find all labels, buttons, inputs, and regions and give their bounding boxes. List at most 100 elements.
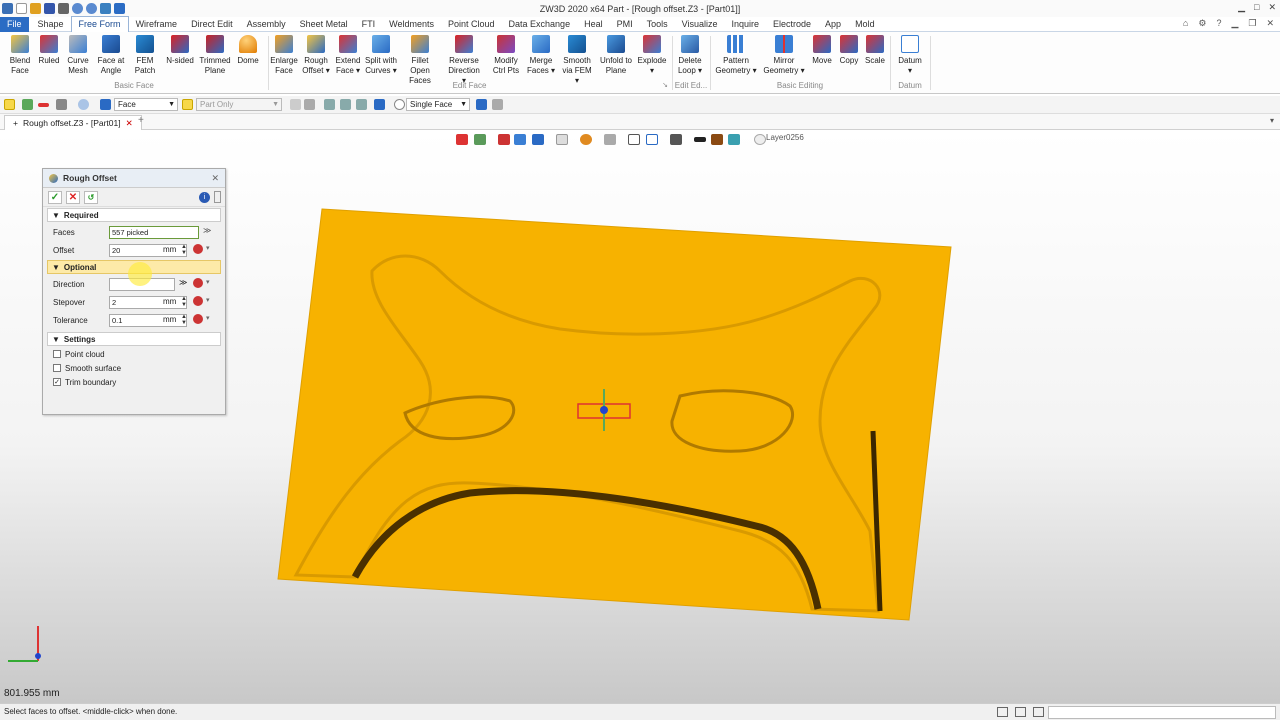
grid-icon[interactable] bbox=[997, 707, 1008, 717]
home-icon[interactable]: ⌂ bbox=[1183, 18, 1188, 29]
tab-assembly[interactable]: Assembly bbox=[240, 17, 293, 32]
pick-point-icon[interactable] bbox=[193, 314, 203, 324]
expand-icon[interactable]: ≫ bbox=[203, 226, 211, 235]
ok-button[interactable]: ✓ bbox=[48, 190, 62, 204]
run-icon[interactable] bbox=[114, 3, 125, 14]
scope-icon[interactable] bbox=[182, 99, 193, 110]
pick-tool-icon[interactable] bbox=[476, 99, 487, 110]
save-icon[interactable] bbox=[44, 3, 55, 14]
pick-mode-icon[interactable] bbox=[394, 99, 405, 110]
unfold-to-plane-button[interactable]: Unfold to Plane bbox=[599, 35, 633, 76]
spinner-icon[interactable]: ▲ ▼ bbox=[181, 244, 187, 256]
chevron-down-icon[interactable]: ▾ bbox=[206, 314, 210, 322]
chevron-down-icon[interactable]: ▾ bbox=[206, 244, 210, 252]
expand-icon[interactable]: ≫ bbox=[179, 278, 187, 287]
checkbox-icon[interactable] bbox=[53, 350, 61, 358]
spinner-icon[interactable]: ▲ ▼ bbox=[181, 314, 187, 326]
rough-offset-button[interactable]: Rough Offset ▾ bbox=[299, 35, 333, 76]
tab-file[interactable]: File bbox=[0, 16, 29, 32]
extend-face-button[interactable]: Extend Face ▾ bbox=[331, 35, 365, 76]
tab-data-exchange[interactable]: Data Exchange bbox=[502, 17, 578, 32]
tab-weldments[interactable]: Weldments bbox=[382, 17, 441, 32]
close-icon[interactable]: ✕ bbox=[1268, 2, 1276, 13]
modify-ctrl-pts-button[interactable]: Modify Ctrl Pts bbox=[489, 35, 523, 76]
maximize-icon[interactable]: □ bbox=[1254, 2, 1259, 13]
filter-select[interactable]: Face ▼ bbox=[114, 98, 178, 111]
pattern-geometry-button[interactable]: Pattern Geometry ▾ bbox=[714, 35, 758, 76]
faces-field[interactable]: 557 picked bbox=[109, 225, 199, 239]
new-file-icon[interactable] bbox=[16, 3, 27, 14]
cancel-button[interactable]: ✕ bbox=[66, 190, 80, 204]
mirror-geometry-button[interactable]: Mirror Geometry ▾ bbox=[762, 35, 806, 76]
pick-point-icon[interactable] bbox=[193, 296, 203, 306]
open-folder-icon[interactable] bbox=[30, 3, 41, 14]
merge-faces-button[interactable]: Merge Faces ▾ bbox=[524, 35, 558, 76]
tab-wireframe[interactable]: Wireframe bbox=[129, 17, 185, 32]
tab-heal[interactable]: Heal bbox=[577, 17, 610, 32]
undo-icon[interactable] bbox=[72, 3, 83, 14]
pick-tool-icon[interactable] bbox=[374, 99, 385, 110]
checkbox-icon[interactable] bbox=[53, 364, 61, 372]
tab-visualize[interactable]: Visualize bbox=[675, 17, 725, 32]
scope-select[interactable]: Part Only ▼ bbox=[196, 98, 282, 111]
tab-inquire[interactable]: Inquire bbox=[724, 17, 766, 32]
fillet-open-faces-button[interactable]: Fillet Open Faces bbox=[403, 35, 437, 86]
print-icon[interactable] bbox=[58, 3, 69, 14]
spinner-icon[interactable]: ▲ ▼ bbox=[181, 296, 187, 308]
section-settings[interactable]: ▼ Settings bbox=[47, 332, 221, 346]
pick-tool-icon[interactable] bbox=[492, 99, 503, 110]
tab-app[interactable]: App bbox=[818, 17, 848, 32]
enlarge-face-button[interactable]: Enlarge Face bbox=[267, 35, 301, 76]
tab-document[interactable]: + Rough offset.Z3 - [Part01] ✕ bbox=[4, 115, 142, 130]
part-plate[interactable] bbox=[277, 208, 952, 621]
pick-filter-icon[interactable] bbox=[4, 99, 15, 110]
datum-button[interactable]: Datum ▾ bbox=[893, 35, 927, 76]
pin-panel-icon[interactable] bbox=[214, 191, 221, 203]
refresh-icon[interactable] bbox=[100, 3, 111, 14]
curve-mesh-button[interactable]: Curve Mesh bbox=[61, 35, 95, 76]
pick-tool-icon[interactable] bbox=[356, 99, 367, 110]
close-icon[interactable]: ✕ bbox=[211, 173, 219, 184]
help-icon[interactable]: ? bbox=[1216, 18, 1221, 29]
minimize-icon[interactable]: ▁ bbox=[1238, 2, 1245, 13]
pick-mode-select[interactable]: Single Face ▼ bbox=[406, 98, 470, 111]
info-icon[interactable]: i bbox=[199, 191, 210, 203]
tab-sheet-metal[interactable]: Sheet Metal bbox=[293, 17, 355, 32]
filter-icon[interactable] bbox=[100, 99, 111, 110]
restore-doc-icon[interactable]: ❐ bbox=[1248, 18, 1256, 29]
trim-boundary-checkbox[interactable]: ✓ Trim boundary bbox=[43, 375, 225, 389]
pick-tool-icon[interactable] bbox=[324, 99, 335, 110]
command-input[interactable] bbox=[1048, 706, 1276, 719]
group-launcher-icon[interactable]: ↘ bbox=[658, 81, 672, 89]
fem-patch-button[interactable]: FEM Patch bbox=[128, 35, 162, 76]
explode-button[interactable]: Explode ▾ bbox=[635, 35, 669, 76]
scale-button[interactable]: Scale bbox=[858, 35, 892, 66]
tab-electrode[interactable]: Electrode bbox=[766, 17, 818, 32]
redo-icon[interactable] bbox=[86, 3, 97, 14]
split-with-curves-button[interactable]: Split with Curves ▾ bbox=[364, 35, 398, 76]
point-cloud-checkbox[interactable]: Point cloud bbox=[43, 347, 225, 361]
pick-direction-icon[interactable] bbox=[193, 278, 203, 288]
tab-point-cloud[interactable]: Point Cloud bbox=[441, 17, 502, 32]
tab-shape[interactable]: Shape bbox=[31, 17, 71, 32]
remove-pick-icon[interactable] bbox=[38, 103, 49, 107]
close-tab-icon[interactable]: ✕ bbox=[126, 116, 133, 130]
layout-icon[interactable] bbox=[1033, 707, 1044, 717]
pick-tool-icon[interactable] bbox=[304, 99, 315, 110]
new-tab-icon[interactable]: + bbox=[138, 115, 144, 126]
chevron-down-icon[interactable]: ▾ bbox=[206, 296, 210, 304]
tab-free-form[interactable]: Free Form bbox=[70, 16, 129, 32]
trimmed-plane-button[interactable]: Trimmed Plane bbox=[198, 35, 232, 76]
checkbox-checked-icon[interactable]: ✓ bbox=[53, 378, 61, 386]
pick-tool-icon[interactable] bbox=[290, 99, 301, 110]
tab-mold[interactable]: Mold bbox=[848, 17, 882, 32]
section-required[interactable]: ▼ Required bbox=[47, 208, 221, 222]
pick-tool-icon[interactable] bbox=[340, 99, 351, 110]
apply-button[interactable]: ↺ bbox=[84, 190, 98, 204]
add-pick-icon[interactable] bbox=[22, 99, 33, 110]
tab-menu-icon[interactable]: ▾ bbox=[1270, 116, 1274, 125]
n-sided-button[interactable]: N-sided bbox=[163, 35, 197, 66]
close-doc-icon[interactable]: ✕ bbox=[1266, 18, 1274, 29]
screen-icon[interactable] bbox=[1015, 707, 1026, 717]
delete-loop-button[interactable]: Delete Loop ▾ bbox=[673, 35, 707, 76]
